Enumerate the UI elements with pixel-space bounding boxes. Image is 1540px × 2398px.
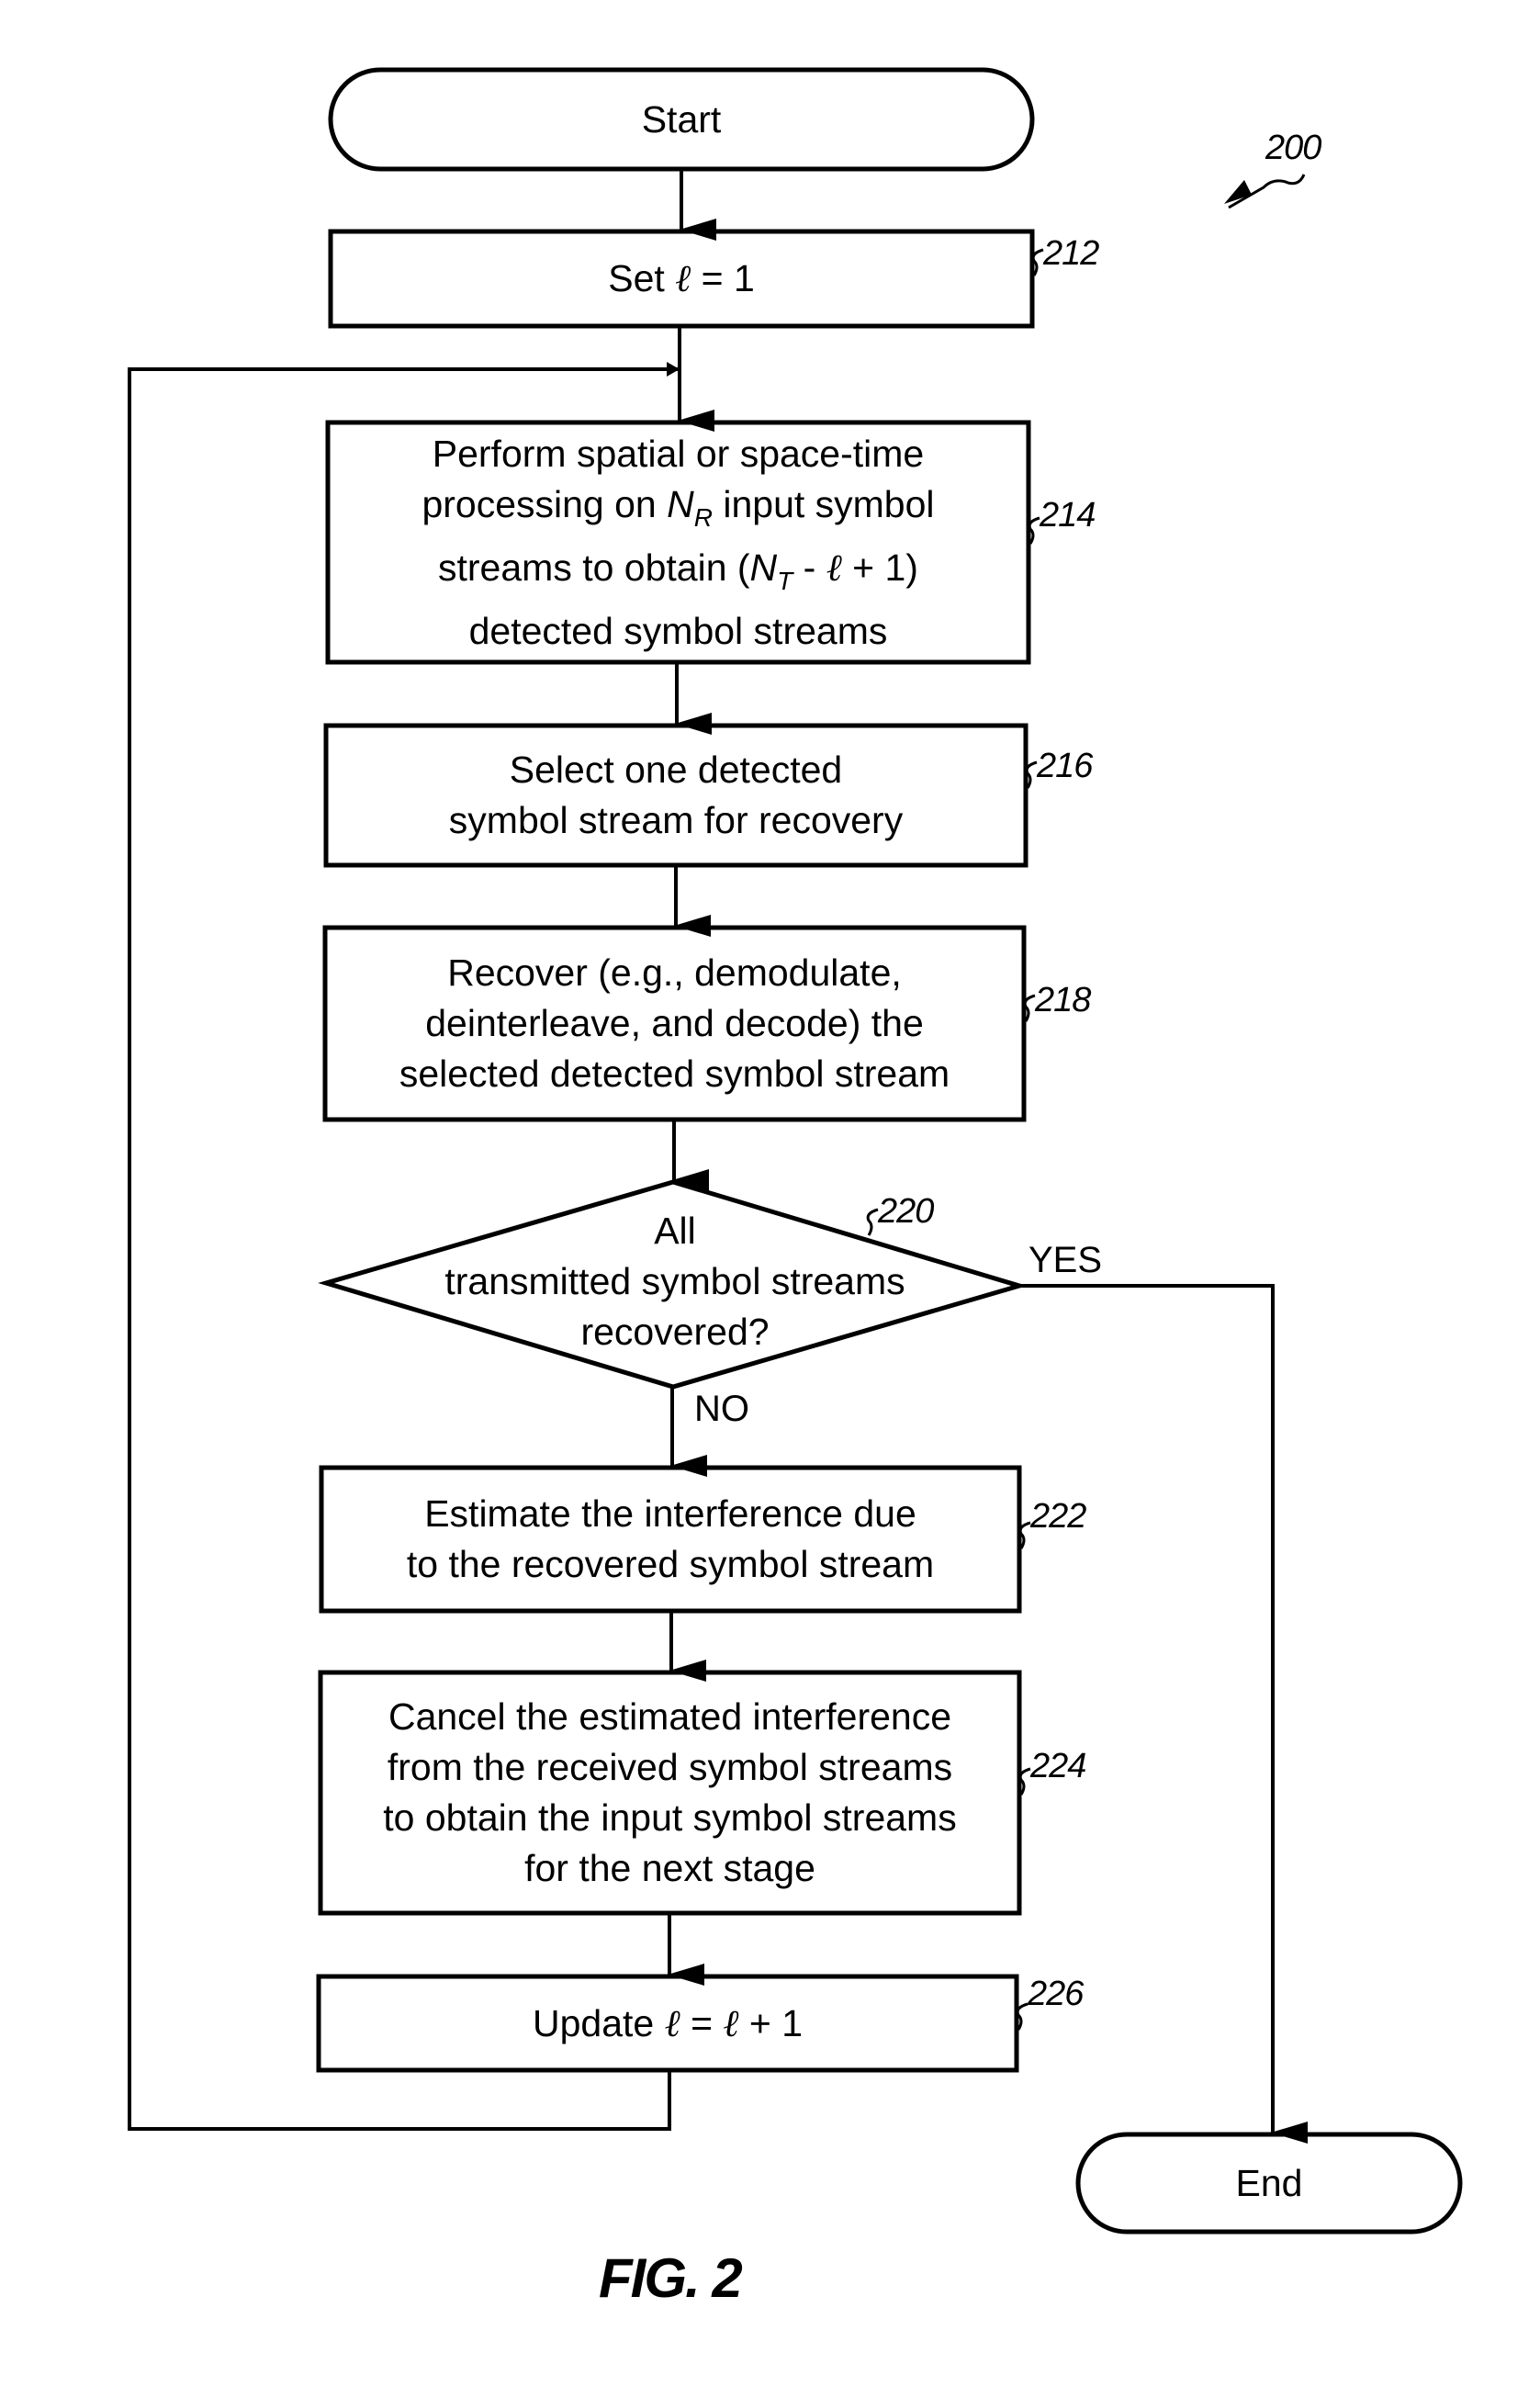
- step-218: Recover (e.g., demodulate, deinterleave,…: [325, 928, 1024, 1120]
- step-226-prefix: Update: [532, 2001, 665, 2044]
- ref-number-218: 218: [1035, 981, 1091, 1019]
- step-226: Update ℓ = ℓ + 1: [319, 1976, 1017, 2070]
- figure-caption: FIG. 2: [599, 2247, 743, 2309]
- step-212-label: Set ℓ = 1: [608, 253, 755, 304]
- step-212-prefix: Set: [608, 257, 676, 299]
- step-214-line2-a: processing on: [422, 482, 668, 525]
- step-218-label: Recover (e.g., demodulate, deinterleave,…: [399, 951, 950, 1095]
- end-label: End: [1235, 2161, 1303, 2204]
- step-216: Select one detected symbol stream for re…: [326, 726, 1026, 865]
- ref-leader-216: [1025, 760, 1038, 789]
- ref-leader-226: [1016, 2002, 1029, 2031]
- ref-number-224: 224: [1030, 1747, 1086, 1785]
- nr-variable: N: [667, 482, 694, 525]
- step-214-line1: Perform spatial or space-time: [432, 432, 925, 475]
- step-214-line3-a: streams to obtain (: [438, 546, 750, 589]
- step-226-suffix: + 1: [738, 2001, 804, 2044]
- ref-leader-224: [1018, 1767, 1031, 1796]
- step-214-line4: detected symbol streams: [468, 609, 888, 652]
- step-214-label: Perform spatial or space-time processing…: [422, 429, 934, 657]
- nt-variable: N: [749, 546, 778, 589]
- ref-leader-218: [1023, 994, 1036, 1022]
- nr-subscript: R: [693, 502, 713, 532]
- step-214-line3: streams to obtain (NT - ℓ + 1): [422, 543, 934, 606]
- nt-subscript: T: [777, 566, 793, 595]
- step-224: Cancel the estimated interference from t…: [320, 1672, 1019, 1913]
- ell-variable: ℓ: [664, 2000, 680, 2045]
- ref-number-212: 212: [1043, 234, 1099, 273]
- step-216-label: Select one detected symbol stream for re…: [448, 749, 904, 841]
- end-terminator: End: [1078, 2134, 1460, 2232]
- step-222-label: Estimate the interference due to the rec…: [406, 1492, 935, 1585]
- branch-label-yes: YES: [1029, 1240, 1103, 1280]
- step-214-line2-b: input symbol: [712, 482, 935, 525]
- step-226-label: Update ℓ = ℓ + 1: [533, 1998, 803, 2049]
- step-214-line2: processing on NR input symbol: [422, 479, 934, 543]
- ref-number-214: 214: [1040, 496, 1096, 535]
- step-222: Estimate the interference due to the rec…: [321, 1468, 1019, 1611]
- step-224-label: Cancel the estimated interference from t…: [383, 1695, 957, 1889]
- step-212-suffix: = 1: [691, 257, 755, 299]
- step-212: Set ℓ = 1: [331, 231, 1032, 326]
- start-terminator: Start: [331, 70, 1032, 169]
- start-label: Start: [641, 97, 722, 141]
- ref-number-226: 226: [1028, 1975, 1084, 2013]
- figure-reference-arrowhead: [1224, 180, 1252, 204]
- step-214: Perform spatial or space-time processing…: [328, 422, 1029, 662]
- branch-label-no: NO: [694, 1389, 749, 1429]
- ell-variable: ℓ: [723, 2000, 739, 2045]
- ref-number-200: 200: [1265, 129, 1321, 167]
- ref-number-220: 220: [878, 1192, 934, 1231]
- step-226-mid: =: [680, 2001, 724, 2044]
- step-214-line3-c: + 1): [841, 546, 918, 589]
- step-214-line3-b: -: [792, 546, 826, 589]
- ell-variable: ℓ: [675, 256, 691, 300]
- ref-number-216: 216: [1037, 747, 1093, 785]
- ref-leader-212: [1031, 248, 1044, 276]
- ref-number-222: 222: [1030, 1497, 1086, 1536]
- ref-leader-222: [1018, 1521, 1031, 1549]
- decision-220-label: All transmitted symbol streams recovered…: [444, 1209, 905, 1353]
- ell-variable: ℓ: [826, 545, 842, 590]
- ref-leader-214: [1028, 516, 1040, 545]
